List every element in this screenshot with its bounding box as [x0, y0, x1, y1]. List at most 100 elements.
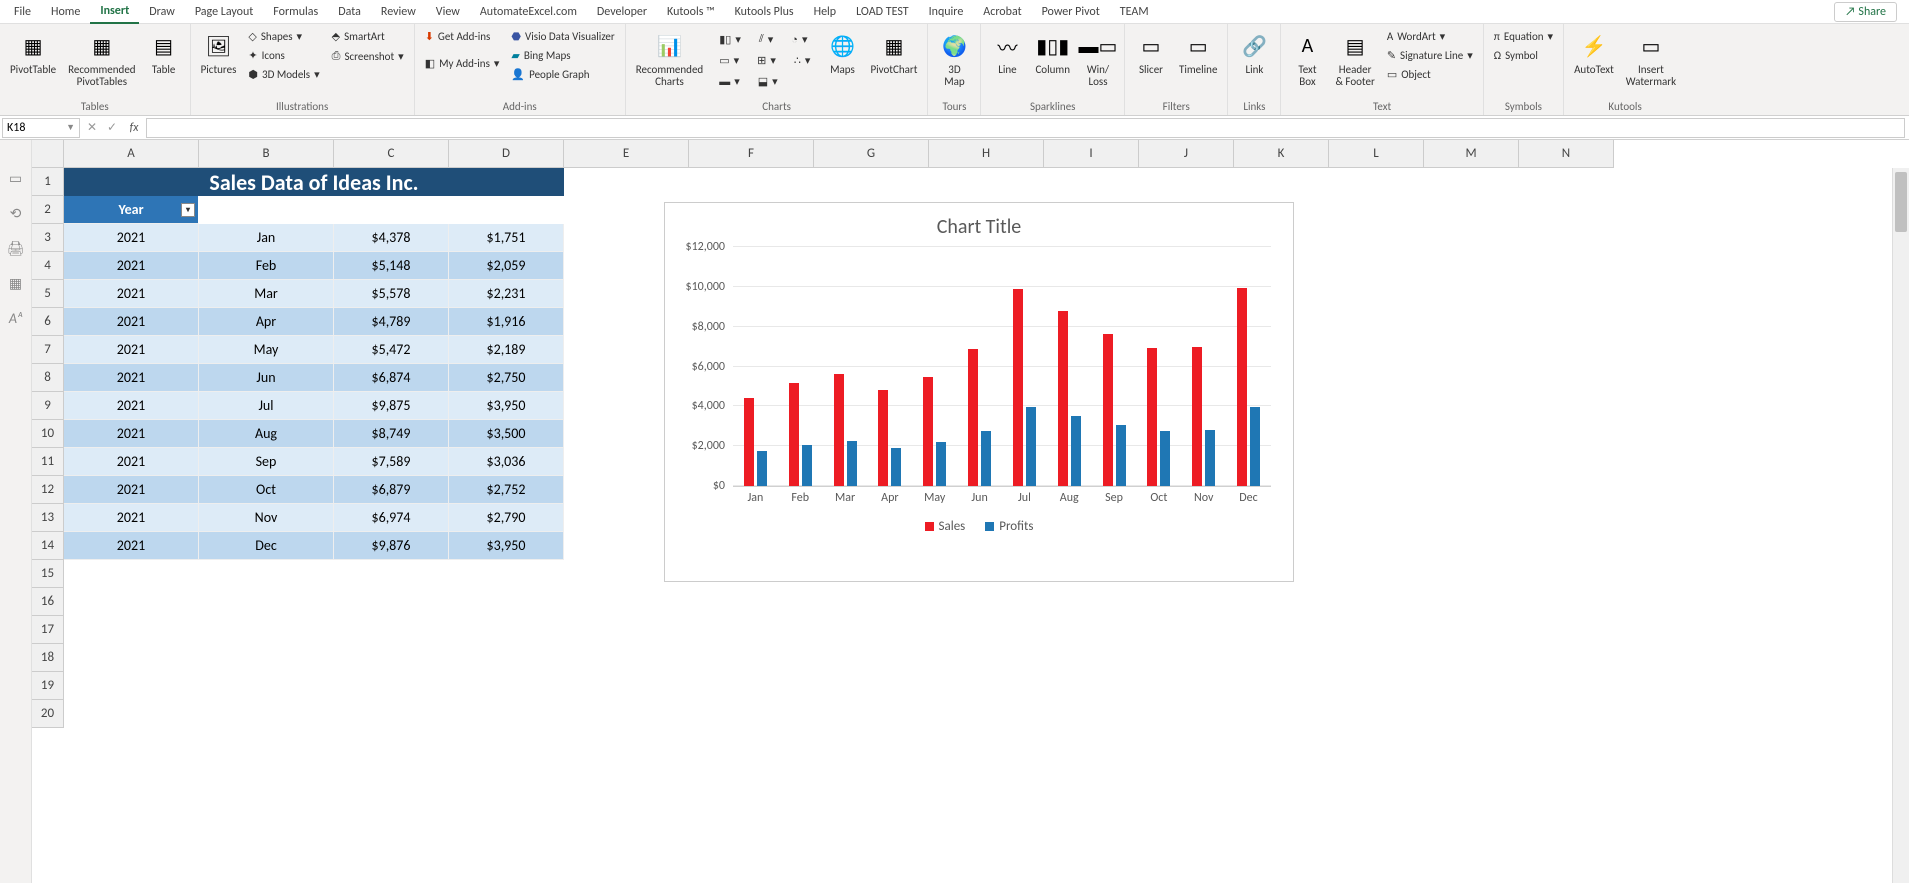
- cell-B3[interactable]: Jan: [199, 224, 334, 252]
- cell-D12[interactable]: $2,752: [449, 476, 564, 504]
- autotext-button[interactable]: ⚡AutoText: [1570, 28, 1618, 78]
- cell-D4[interactable]: $2,059: [449, 252, 564, 280]
- get-addins-button[interactable]: ⬇Get Add-ins: [421, 28, 504, 45]
- bar-group-Nov[interactable]: [1181, 347, 1226, 486]
- recommended-pivottables-button[interactable]: ▦Recommended PivotTables: [64, 28, 139, 90]
- vertical-scrollbar[interactable]: [1892, 168, 1909, 883]
- menu-load-test[interactable]: LOAD TEST: [846, 1, 919, 23]
- cell-A10[interactable]: 2021: [64, 420, 199, 448]
- cell-C7[interactable]: $5,472: [334, 336, 449, 364]
- slicer-button[interactable]: ▭Slicer: [1131, 28, 1171, 78]
- cancel-formula-button[interactable]: ✕: [82, 120, 102, 135]
- row-header-13[interactable]: 13: [32, 504, 64, 532]
- bar-group-Apr[interactable]: [868, 390, 913, 486]
- enter-formula-button[interactable]: ✓: [102, 120, 122, 135]
- cell-C4[interactable]: $5,148: [334, 252, 449, 280]
- row-header-5[interactable]: 5: [32, 280, 64, 308]
- cell-C8[interactable]: $6,874: [334, 364, 449, 392]
- row-header-11[interactable]: 11: [32, 448, 64, 476]
- share-button[interactable]: ↗ Share: [1834, 2, 1897, 22]
- row-header-10[interactable]: 10: [32, 420, 64, 448]
- people-graph-button[interactable]: 👤People Graph: [507, 66, 618, 83]
- legend-item-profits[interactable]: Profits: [985, 519, 1033, 534]
- timeline-button[interactable]: ▭Timeline: [1175, 28, 1221, 78]
- cell-A11[interactable]: 2021: [64, 448, 199, 476]
- row-header-18[interactable]: 18: [32, 644, 64, 672]
- row-header-15[interactable]: 15: [32, 560, 64, 588]
- bar-group-May[interactable]: [912, 377, 957, 486]
- row-header-16[interactable]: 16: [32, 588, 64, 616]
- row-header-2[interactable]: 2: [32, 196, 64, 224]
- cell-C3[interactable]: $4,378: [334, 224, 449, 252]
- table-button[interactable]: ▤Table: [144, 28, 184, 78]
- cell-A7[interactable]: 2021: [64, 336, 199, 364]
- side-panel-btn-2[interactable]: ⟲: [10, 205, 22, 222]
- 3d-models-button[interactable]: ⬢3D Models ▾: [244, 66, 323, 83]
- 3d-map-button[interactable]: 🌍3D Map: [934, 28, 974, 90]
- col-header-H[interactable]: H: [929, 140, 1044, 168]
- menu-kutools-plus[interactable]: Kutools Plus: [725, 1, 804, 23]
- link-button[interactable]: 🔗Link: [1234, 28, 1274, 78]
- menu-page-layout[interactable]: Page Layout: [185, 1, 263, 23]
- cell-A5[interactable]: 2021: [64, 280, 199, 308]
- col-header-C[interactable]: C: [334, 140, 449, 168]
- bar-group-Feb[interactable]: [778, 383, 823, 486]
- bar-sales-Sep[interactable]: [1103, 334, 1113, 486]
- row-header-8[interactable]: 8: [32, 364, 64, 392]
- wordart-button[interactable]: AWordArt ▾: [1383, 28, 1477, 45]
- col-header-G[interactable]: G: [814, 140, 929, 168]
- embedded-chart[interactable]: Chart Title$0$2,000$4,000$6,000$8,000$10…: [664, 202, 1294, 582]
- equation-button[interactable]: πEquation ▾: [1490, 28, 1557, 45]
- bar-profits-Jul[interactable]: [1026, 407, 1036, 486]
- col-header-K[interactable]: K: [1234, 140, 1329, 168]
- grid[interactable]: ABCDEFGHIJKLMN 1234567891011121314151617…: [32, 140, 1909, 883]
- chart-waterfall-button[interactable]: ▬▾: [715, 73, 744, 90]
- text-box-button[interactable]: AText Box: [1287, 28, 1327, 90]
- menu-draw[interactable]: Draw: [139, 1, 185, 23]
- pivottable-button[interactable]: ▦PivotTable: [6, 28, 60, 78]
- chart-statistic-button[interactable]: ⊞▾: [753, 52, 780, 69]
- bar-sales-Oct[interactable]: [1147, 348, 1157, 486]
- filter-year[interactable]: ▾: [181, 203, 195, 217]
- col-header-F[interactable]: F: [689, 140, 814, 168]
- select-all-button[interactable]: [32, 140, 64, 168]
- bar-group-Aug[interactable]: [1047, 311, 1092, 486]
- row-header-19[interactable]: 19: [32, 672, 64, 700]
- bar-group-Mar[interactable]: [823, 374, 868, 486]
- col-header-B[interactable]: B: [199, 140, 334, 168]
- header-footer-button[interactable]: ▤Header & Footer: [1331, 28, 1378, 90]
- bar-profits-Oct[interactable]: [1160, 431, 1170, 486]
- menu-file[interactable]: File: [4, 1, 41, 23]
- cell-D3[interactable]: $1,751: [449, 224, 564, 252]
- cell-A14[interactable]: 2021: [64, 532, 199, 560]
- bar-sales-Feb[interactable]: [789, 383, 799, 486]
- cell-D14[interactable]: $3,950: [449, 532, 564, 560]
- chart-hierarchy-button[interactable]: ▭▾: [715, 52, 743, 69]
- cell-C11[interactable]: $7,589: [334, 448, 449, 476]
- cell-A8[interactable]: 2021: [64, 364, 199, 392]
- bar-group-Jul[interactable]: [1002, 289, 1047, 487]
- col-header-J[interactable]: J: [1139, 140, 1234, 168]
- chart-column-button[interactable]: ▮▯▾: [715, 30, 745, 48]
- row-header-12[interactable]: 12: [32, 476, 64, 504]
- bar-profits-Nov[interactable]: [1205, 430, 1215, 486]
- col-header-N[interactable]: N: [1519, 140, 1614, 168]
- bar-profits-Sep[interactable]: [1116, 425, 1126, 486]
- menu-kutools-[interactable]: Kutools ™: [657, 1, 725, 23]
- visio-button[interactable]: ⬣Visio Data Visualizer: [507, 28, 618, 45]
- icons-button[interactable]: ✦Icons: [244, 47, 323, 64]
- cell-B5[interactable]: Mar: [199, 280, 334, 308]
- table-title[interactable]: Sales Data of Ideas Inc.: [64, 168, 564, 196]
- cell-D9[interactable]: $3,950: [449, 392, 564, 420]
- menu-team[interactable]: TEAM: [1110, 1, 1159, 23]
- cell-C14[interactable]: $9,876: [334, 532, 449, 560]
- bar-group-Jun[interactable]: [957, 349, 1002, 486]
- sparkline-line-button[interactable]: 〰Line: [987, 28, 1027, 78]
- bar-group-Oct[interactable]: [1137, 348, 1182, 486]
- bar-profits-Jun[interactable]: [981, 431, 991, 486]
- cell-C5[interactable]: $5,578: [334, 280, 449, 308]
- table-header-year[interactable]: Year▾: [64, 196, 199, 224]
- cell-B11[interactable]: Sep: [199, 448, 334, 476]
- col-header-I[interactable]: I: [1044, 140, 1139, 168]
- row-header-3[interactable]: 3: [32, 224, 64, 252]
